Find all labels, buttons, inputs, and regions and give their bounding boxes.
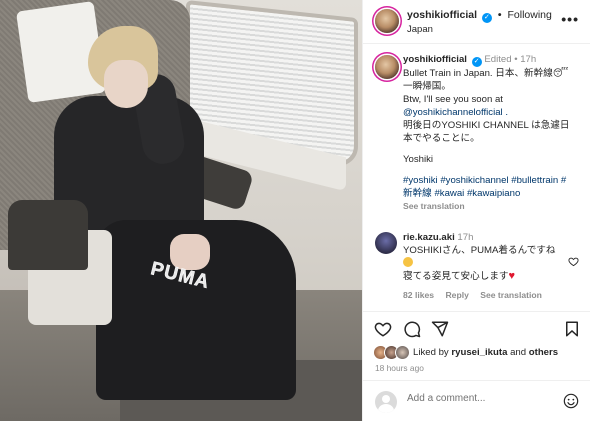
liker-avatars[interactable] [373,345,413,361]
caption-gap [403,166,583,174]
liked-by-user[interactable]: ryusei_ikuta [451,347,507,358]
add-comment-input[interactable] [407,393,557,404]
instagram-post-view: PUMA yoshikiofficial ✓ • Following Japan… [0,0,590,421]
caption-line: 一瞬帰国。 [403,81,451,92]
caption-signature: Yoshiki [403,154,434,165]
caption-author-avatar[interactable] [375,55,399,79]
caption-line: 明後日のYOSHIKI CHANNEL は急遽日 [403,120,570,131]
header-separator: • [497,9,502,21]
post-location[interactable]: Japan [407,24,433,35]
caption-gap [403,145,583,153]
heart-emoji: ♥ [508,270,516,282]
emoji-icon[interactable] [563,393,579,409]
viewer-avatar [375,391,397,413]
liked-by-prefix: Liked by [413,347,449,358]
caption-see-translation[interactable]: See translation [403,200,583,213]
comment-body: rie.kazu.aki 17h YOSHIKIさん、PUMA着るんですね 寝て… [403,231,563,283]
commenter-avatar[interactable] [375,232,397,254]
comment-actions: 82 likes Reply See translation [403,290,551,300]
author-avatar[interactable] [375,9,399,33]
caption-line: Bullet Train in Japan. 日本、新幹線😴 [403,68,569,79]
comment-likes-count[interactable]: 82 likes [403,290,434,300]
liked-by-others[interactable]: others [529,347,558,358]
left-armrest [8,200,88,270]
add-comment-bar [363,380,590,421]
following-button[interactable]: Following [507,9,551,21]
header-user-line: yoshikiofficial ✓ • Following [407,9,552,23]
comments-area[interactable]: yoshikiofficial ✓ Edited • 17h Bullet Tr… [363,45,590,311]
comment-line: YOSHIKIさん、PUMA着るんですね [403,245,556,256]
comment-see-translation[interactable]: See translation [480,290,542,300]
caption-mention-link[interactable]: @yoshikichannelofficial . [403,106,583,119]
comment-emoji-line [403,257,563,270]
heart-icon[interactable] [374,320,392,338]
caption-line: 本でやることに。 [403,133,480,144]
comment-like-icon[interactable] [568,256,579,270]
caption-line: Btw, I'll see you soon at [403,94,503,105]
save-icon[interactable] [563,320,581,338]
author-username[interactable]: yoshikiofficial [407,9,477,21]
post-header: yoshikiofficial ✓ • Following Japan ••• [363,0,590,44]
verified-icon: ✓ [471,57,482,67]
liked-by-and: and [510,347,527,358]
comment-reply-button[interactable]: Reply [445,290,468,300]
share-icon[interactable] [431,320,449,338]
verified-icon: ✓ [481,13,492,23]
comment-time: 17h [457,232,474,243]
liked-by-text: Liked by ryusei_ikuta and others [413,347,558,358]
comment-icon[interactable] [403,320,421,338]
caption-username[interactable]: yoshikiofficial [403,54,467,65]
comment-line: 寝てる姿見て安心します [403,271,509,282]
caption-meta: Edited • 17h [484,54,537,65]
sweat-emoji [403,257,413,267]
liker-avatar [395,345,410,360]
commenter-username[interactable]: rie.kazu.aki [403,232,455,243]
more-icon[interactable]: ••• [561,11,579,27]
post-photo[interactable]: PUMA [0,0,362,421]
post-caption: yoshikiofficial ✓ Edited • 17h Bullet Tr… [403,53,583,213]
comment-line-with-emoji: 寝てる姿見て安心します♥ [403,270,563,283]
post-sidebar: yoshikiofficial ✓ • Following Japan ••• … [362,0,590,421]
post-timestamp[interactable]: 18 hours ago [375,363,424,373]
caption-hashtags[interactable]: 新幹線 #kawai #kawaipiano [403,187,583,200]
caption-hashtags[interactable]: #yoshiki #yoshikichannel #bullettrain # [403,174,583,187]
person-face [104,60,148,108]
